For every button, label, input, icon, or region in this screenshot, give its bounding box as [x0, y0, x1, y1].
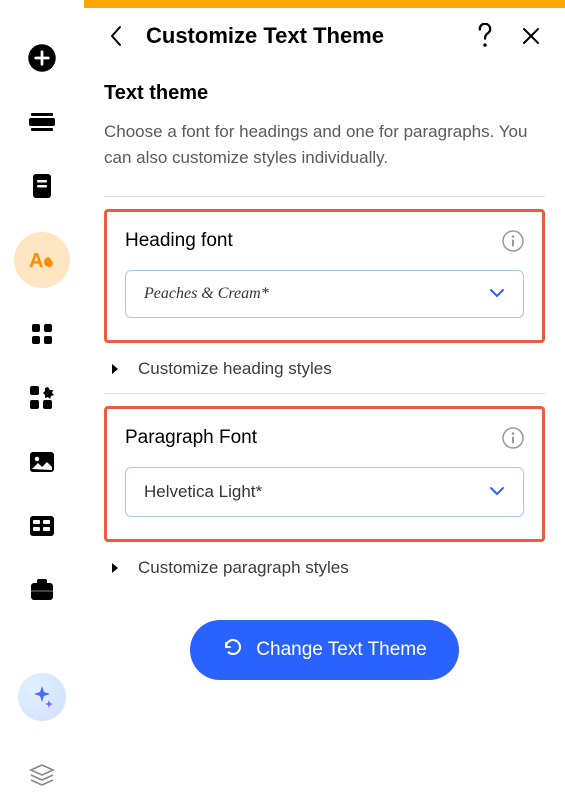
table-icon[interactable]: [24, 508, 60, 544]
main-panel: Customize Text Theme Text theme Choose a…: [84, 0, 565, 805]
change-text-theme-button[interactable]: Change Text Theme: [190, 620, 458, 680]
paragraph-font-value: Helvetica Light*: [144, 482, 262, 502]
help-button[interactable]: [471, 22, 499, 50]
heading-font-select[interactable]: Peaches & Cream*: [125, 270, 524, 318]
refresh-icon: [222, 636, 244, 664]
expand-paragraph-styles[interactable]: Customize paragraph styles: [104, 542, 545, 592]
chevron-down-icon: [489, 285, 505, 303]
close-button[interactable]: [517, 22, 545, 50]
sections-icon[interactable]: [24, 104, 60, 140]
heading-font-value: Peaches & Cream*: [144, 285, 269, 303]
paragraph-font-select[interactable]: Helvetica Light*: [125, 467, 524, 517]
apps-icon[interactable]: [24, 316, 60, 352]
heading-font-group: Heading font Peaches & Cream*: [104, 209, 545, 343]
expand-heading-styles[interactable]: Customize heading styles: [104, 343, 545, 393]
theme-icon[interactable]: A: [14, 232, 70, 288]
page-icon[interactable]: [24, 168, 60, 204]
change-button-label: Change Text Theme: [256, 639, 426, 661]
panel-title: Customize Text Theme: [146, 23, 453, 49]
heading-font-label: Heading font: [125, 230, 233, 252]
panel-header: Customize Text Theme: [104, 22, 545, 50]
settings-icon[interactable]: [24, 380, 60, 416]
paragraph-font-label: Paragraph Font: [125, 427, 257, 449]
svg-text:A: A: [29, 250, 43, 272]
expand-heading-label: Customize heading styles: [138, 359, 332, 379]
divider: [104, 196, 545, 197]
divider: [104, 393, 545, 394]
section-description: Choose a font for headings and one for p…: [104, 119, 545, 172]
back-button[interactable]: [104, 24, 128, 48]
ai-sparkle-icon[interactable]: [18, 673, 66, 721]
image-icon[interactable]: [24, 444, 60, 480]
expand-paragraph-label: Customize paragraph styles: [138, 558, 349, 578]
info-icon[interactable]: [502, 230, 524, 252]
caret-right-icon: [110, 362, 124, 376]
chevron-down-icon: [489, 483, 505, 501]
briefcase-icon[interactable]: [24, 572, 60, 608]
left-sidebar: A: [0, 0, 84, 805]
add-icon[interactable]: [24, 40, 60, 76]
caret-right-icon: [110, 561, 124, 575]
info-icon[interactable]: [502, 427, 524, 449]
paragraph-font-header: Paragraph Font: [125, 427, 524, 449]
paragraph-font-group: Paragraph Font Helvetica Light*: [104, 406, 545, 542]
section-title: Text theme: [104, 82, 545, 105]
heading-font-header: Heading font: [125, 230, 524, 252]
layers-icon[interactable]: [24, 757, 60, 793]
